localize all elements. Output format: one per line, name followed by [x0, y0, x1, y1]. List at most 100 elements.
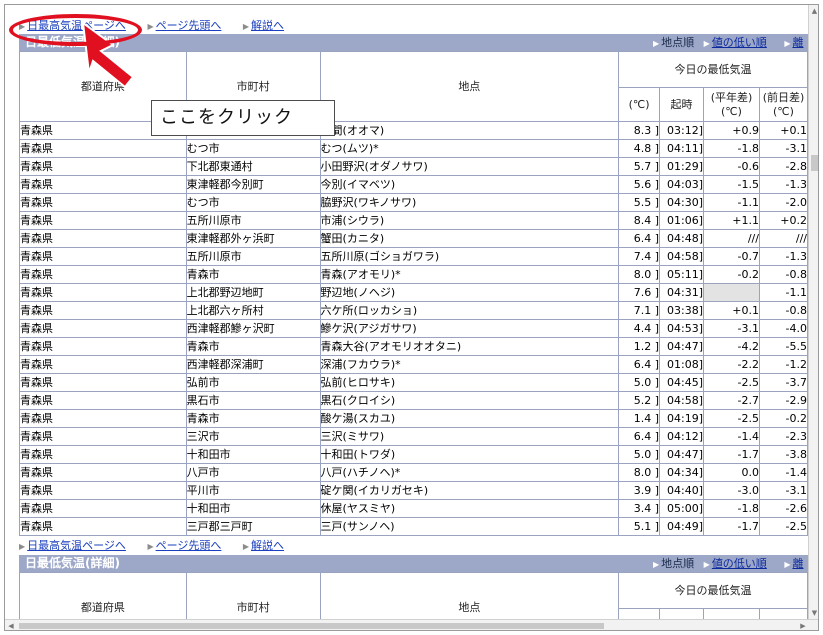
scroll-up-icon[interactable]: ▲	[809, 5, 818, 17]
click-here-callout: ここをクリック	[151, 100, 335, 136]
cell-city: 十和田市	[185, 445, 321, 464]
cell-min-temp: 6.4 ]	[618, 355, 661, 374]
cell-min-temp: 8.0 ]	[618, 463, 661, 482]
table-row: 青森県 西津軽郡深浦町 深浦(フカウラ)* 6.4 ] 01:08] -2.2 -1.2	[19, 355, 808, 374]
cell-time: 04:34]	[659, 463, 705, 482]
column-header-value: (℃)	[618, 87, 661, 122]
cell-min-temp: 5.5 ]	[618, 193, 661, 212]
sort-by-lowest-link[interactable]: 値の低い順	[712, 36, 767, 49]
cell-city: 青森市	[185, 409, 321, 428]
triangle-right-icon: ▶	[653, 560, 660, 569]
cell-prefecture: 青森県	[19, 193, 187, 212]
normal-diff-label: (平年差)	[710, 90, 753, 104]
sort-cut-link-2[interactable]: 離	[792, 557, 803, 570]
cell-time: 04:58]	[659, 247, 705, 266]
cell-prefecture: 青森県	[19, 445, 187, 464]
cell-prefecture: 青森県	[19, 229, 187, 248]
cell-time: 04:03]	[659, 175, 705, 194]
min-temp-table: 都道府県 市町村 地点 今日の最低気温 (℃) 起時 (平年差) (℃) (前日差…	[19, 51, 808, 536]
table-row: 青森県 五所川原市 五所川原(ゴショガワラ) 7.4 ] 04:58] -0.7 -1.3	[19, 247, 808, 266]
cell-normal-diff: -0.7	[703, 247, 760, 266]
cell-city: 三戸郡三戸町	[185, 517, 321, 536]
cell-station: 青森大谷(アオモリオオタニ)	[319, 337, 620, 356]
cell-time: 04:47]	[659, 445, 705, 464]
cell-normal-diff: -2.2	[703, 355, 760, 374]
cell-city: 東津軽郡外ヶ浜町	[185, 229, 321, 248]
cell-time: 04:19]	[659, 409, 705, 428]
vertical-scroll-thumb[interactable]	[811, 155, 818, 171]
cell-prev-diff: -5.5	[758, 337, 808, 356]
cell-prefecture: 青森県	[19, 265, 187, 284]
triangle-right-icon: ▶	[242, 22, 250, 31]
prev-diff-label: (前日差)	[762, 90, 805, 104]
sort-by-station-2[interactable]: 地点順	[661, 557, 694, 570]
cell-prev-diff: -2.6	[758, 499, 808, 518]
cell-prev-diff: -1.3	[758, 175, 808, 194]
cell-normal-diff: -2.5	[703, 373, 760, 392]
cell-min-temp: 5.0 ]	[618, 445, 661, 464]
cell-city: 上北郡野辺地町	[185, 283, 321, 302]
cell-normal-diff: -1.7	[703, 517, 760, 536]
cell-min-temp: 8.3 ]	[618, 121, 661, 140]
cell-prefecture: 青森県	[19, 157, 187, 176]
cell-min-temp: 7.1 ]	[618, 301, 661, 320]
sort-by-lowest-link-2[interactable]: 値の低い順	[712, 557, 767, 570]
triangle-right-icon: ▶	[784, 39, 791, 48]
cell-prev-diff: -2.0	[758, 193, 808, 212]
cell-normal-diff: -3.1	[703, 319, 760, 338]
cell-station: 弘前(ヒロサキ)	[319, 373, 620, 392]
cell-station: 五所川原(ゴショガワラ)	[319, 247, 620, 266]
cell-time: 04:53]	[659, 319, 705, 338]
cell-prev-diff: -1.4	[758, 463, 808, 482]
cell-time: 03:38]	[659, 301, 705, 320]
cell-time: 01:06]	[659, 211, 705, 230]
cell-prefecture: 青森県	[19, 139, 187, 158]
cell-time: 04:47]	[659, 337, 705, 356]
cell-city: むつ市	[185, 139, 321, 158]
cell-prev-diff: -4.0	[758, 319, 808, 338]
cell-city: 上北郡六ヶ所村	[185, 301, 321, 320]
column-header-time-2: 起時	[659, 608, 704, 619]
sort-by-station[interactable]: 地点順	[661, 36, 694, 49]
table-row: 青森県 弘前市 弘前(ヒロサキ) 5.0 ] 04:45] -2.5 -3.7	[19, 373, 808, 392]
cell-normal-diff: -0.2	[703, 265, 760, 284]
cell-normal-diff: -1.1	[703, 193, 760, 212]
triangle-right-icon: ▶	[147, 542, 154, 551]
column-header-prev-diff: (前日差) (℃)	[758, 87, 808, 122]
sort-cut-link[interactable]: 離	[792, 36, 803, 49]
scroll-right-icon[interactable]: ▶	[797, 620, 809, 630]
explanation-link[interactable]: 解説へ	[251, 19, 284, 32]
scroll-left-icon[interactable]: ◀	[5, 620, 17, 630]
cell-prev-diff: +0.1	[758, 121, 808, 140]
cell-time: 04:45]	[659, 373, 705, 392]
cell-time: 04:31]	[659, 283, 705, 302]
cell-station: むつ(ムツ)*	[319, 139, 620, 158]
cell-station: 蟹田(カニタ)	[319, 229, 620, 248]
browser-viewport: ▶ 日最高気温ページへ ▶ ページ先頭へ ▶ 解説へ 日最低気温(詳細) ▶ 地点順 ▶…	[4, 4, 819, 631]
horizontal-scroll-thumb[interactable]	[19, 623, 604, 629]
cell-min-temp: 3.9 ]	[618, 481, 661, 500]
cell-normal-diff	[703, 283, 760, 302]
cell-normal-diff: -2.5	[703, 409, 760, 428]
cell-time: 04:49]	[659, 517, 705, 536]
cell-time: 04:48]	[659, 229, 705, 248]
table-row: 青森県 三沢市 三沢(ミサワ) 6.4 ] 04:12] -1.4 -2.3	[19, 427, 808, 446]
cell-station: 青森(アオモリ)*	[319, 265, 620, 284]
cell-city: むつ市	[185, 193, 321, 212]
cell-prefecture: 青森県	[19, 427, 187, 446]
daily-max-page-link-2[interactable]: 日最高気温ページへ	[27, 539, 126, 552]
vertical-scrollbar[interactable]: ▲ ▼	[808, 5, 818, 619]
scroll-down-icon[interactable]: ▼	[809, 607, 818, 619]
explanation-link-2[interactable]: 解説へ	[251, 539, 284, 552]
cell-prefecture: 青森県	[19, 481, 187, 500]
cell-city: 十和田市	[185, 499, 321, 518]
cell-city: 五所川原市	[185, 211, 321, 230]
column-header-city-2: 市町村	[185, 572, 321, 619]
cell-min-temp: 5.1 ]	[618, 517, 661, 536]
page-top-link-2[interactable]: ページ先頭へ	[156, 539, 222, 552]
sort-controls-2: ▶ 地点順 ▶ 値の低い順 ▶ 離	[653, 555, 803, 573]
horizontal-scrollbar[interactable]: ◀ ▶	[5, 619, 818, 630]
cell-prev-diff: -0.2	[758, 409, 808, 428]
cell-prev-diff: -3.1	[758, 139, 808, 158]
cell-station: 三戸(サンノヘ)	[319, 517, 620, 536]
